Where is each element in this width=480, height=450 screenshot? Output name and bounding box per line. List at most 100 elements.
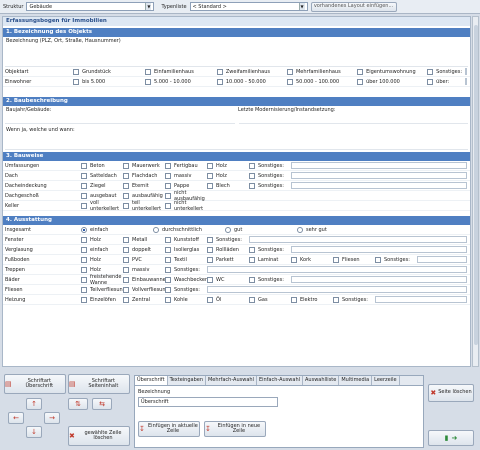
option[interactable]: Sonstiges:: [249, 182, 289, 189]
option[interactable]: freistehende Wanne: [81, 274, 121, 286]
option[interactable]: Ziegel: [81, 182, 121, 189]
option[interactable]: Blech: [207, 182, 247, 189]
option[interactable]: Isolierglas: [165, 246, 205, 253]
checkbox[interactable]: [165, 172, 171, 179]
option[interactable]: Elektro: [291, 296, 331, 303]
checkbox[interactable]: [81, 172, 87, 179]
checkbox[interactable]: [249, 276, 255, 283]
option[interactable]: Pappe: [165, 182, 205, 189]
option[interactable]: Kork: [291, 256, 331, 263]
option[interactable]: Sonstiges:: [249, 246, 289, 253]
checkbox[interactable]: [333, 296, 339, 303]
wenn-ja-input[interactable]: [5, 134, 468, 150]
option[interactable]: Kohle: [165, 296, 205, 303]
checkbox[interactable]: [81, 296, 87, 303]
checkbox[interactable]: [123, 182, 129, 189]
option[interactable]: massiv: [123, 266, 163, 273]
radio-button[interactable]: [153, 226, 159, 233]
option[interactable]: gut: [225, 226, 295, 233]
radio-button[interactable]: [81, 226, 87, 233]
schriftart-seiteninhalt-button[interactable]: ▤ Schriftart Seiteninhalt: [68, 374, 130, 394]
option[interactable]: teil unterkellert: [123, 200, 163, 212]
checkbox[interactable]: [81, 202, 87, 209]
option[interactable]: massiv: [165, 172, 205, 179]
checkbox[interactable]: [249, 162, 255, 169]
option[interactable]: Teilverfliesung: [81, 286, 126, 293]
vertical-scrollbar[interactable]: [472, 16, 479, 367]
checkbox[interactable]: [286, 68, 293, 75]
checkbox[interactable]: [123, 192, 129, 199]
sonstiges-input[interactable]: [207, 286, 467, 293]
tab-0[interactable]: Überschrift: [135, 376, 168, 385]
option[interactable]: nicht unterkellert: [165, 200, 205, 212]
option[interactable]: Holz: [81, 236, 121, 243]
typenliste-select[interactable]: < Standard > ▼: [189, 2, 308, 11]
checkbox[interactable]: [165, 256, 171, 263]
gewaehlte-zeile-loeschen-button[interactable]: ✖ gewählte Zeile löschen: [68, 426, 130, 446]
option[interactable]: Sonstiges:: [249, 172, 289, 179]
move-row-up-button[interactable]: ↑: [26, 398, 42, 410]
option[interactable]: Holz: [207, 172, 247, 179]
tab-3[interactable]: Einfach-Auswahl: [257, 376, 304, 385]
option[interactable]: Sonstiges:: [249, 276, 289, 283]
option[interactable]: Grundstück: [73, 68, 143, 75]
checkbox[interactable]: [357, 68, 364, 75]
row-action-button-2[interactable]: ⇆: [92, 398, 112, 410]
bezeichnung-input[interactable]: Überschrift: [138, 397, 278, 407]
checkbox[interactable]: [333, 256, 339, 263]
option[interactable]: Zweifamilienhaus: [216, 68, 285, 75]
option[interactable]: Sonstiges:: [207, 236, 247, 243]
option[interactable]: einfach: [81, 246, 121, 253]
layout-insert-button[interactable]: vorhandenes Layout einfügen...: [310, 1, 397, 12]
option[interactable]: Beton: [81, 162, 121, 169]
checkbox[interactable]: [427, 68, 434, 75]
checkbox[interactable]: [144, 68, 151, 75]
option[interactable]: voll unterkellert: [81, 200, 121, 212]
sonstiges-input[interactable]: [465, 78, 467, 85]
checkbox[interactable]: [165, 202, 171, 209]
chevron-down-icon[interactable]: ▼: [145, 3, 152, 10]
checkbox[interactable]: [207, 162, 213, 169]
sonstiges-input[interactable]: [291, 172, 467, 179]
seite-loeschen-button[interactable]: ✖ Seite löschen: [428, 384, 474, 402]
checkbox[interactable]: [207, 182, 213, 189]
tab-2[interactable]: Mehrfach-Auswahl: [206, 376, 257, 385]
option[interactable]: Holz: [81, 266, 121, 273]
checkbox[interactable]: [286, 78, 293, 85]
checkbox[interactable]: [123, 266, 129, 273]
checkbox[interactable]: [165, 192, 171, 199]
checkbox[interactable]: [81, 192, 87, 199]
move-row-left-button[interactable]: ←: [8, 412, 24, 424]
option[interactable]: Öl: [207, 296, 247, 303]
option[interactable]: durchschnittlich: [153, 226, 223, 233]
exit-button[interactable]: ▮ ➜: [428, 430, 474, 446]
option[interactable]: 10.000 - 50.000: [216, 78, 285, 85]
option[interactable]: Fliesen: [333, 256, 373, 263]
move-row-down-button[interactable]: ↓: [26, 426, 42, 438]
tab-5[interactable]: Multimedia: [339, 376, 373, 385]
sonstiges-input[interactable]: [291, 162, 467, 169]
checkbox[interactable]: [249, 182, 255, 189]
option[interactable]: Flachdach: [123, 172, 163, 179]
option[interactable]: Vollverfliesung: [123, 286, 169, 293]
option[interactable]: Satteldach: [81, 172, 121, 179]
checkbox[interactable]: [81, 286, 87, 293]
option[interactable]: Sonstiges:: [165, 266, 205, 273]
struktur-select[interactable]: Gebäude ▼: [26, 2, 155, 11]
checkbox[interactable]: [207, 276, 213, 283]
checkbox[interactable]: [165, 236, 171, 243]
checkbox[interactable]: [81, 256, 87, 263]
option[interactable]: Mauerwerk: [123, 162, 163, 169]
checkbox[interactable]: [123, 202, 129, 209]
option[interactable]: 50.000 - 100.000: [286, 78, 355, 85]
option[interactable]: Sonstiges:: [375, 256, 415, 263]
checkbox[interactable]: [249, 246, 255, 253]
checkbox[interactable]: [207, 296, 213, 303]
checkbox[interactable]: [249, 172, 255, 179]
checkbox[interactable]: [73, 78, 80, 85]
checkbox[interactable]: [216, 68, 223, 75]
sonstiges-input[interactable]: [207, 266, 467, 273]
checkbox[interactable]: [123, 236, 129, 243]
option[interactable]: Rollläden: [207, 246, 247, 253]
checkbox[interactable]: [123, 162, 129, 169]
